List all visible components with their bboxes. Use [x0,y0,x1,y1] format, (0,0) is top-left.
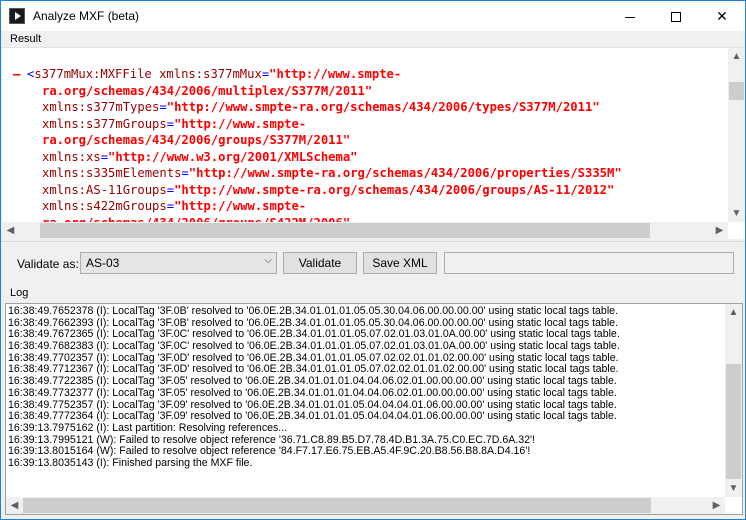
xml-token: "http://www.smpte- [174,116,307,131]
divider [1,241,745,242]
maximize-button[interactable] [653,1,699,31]
xml-token: xmlns:s335mElements [42,166,182,180]
close-button[interactable]: ✕ [699,1,745,31]
result-vscroll-thumb[interactable] [729,82,744,100]
xml-line: ra.org/schemas/434/2006/groups/S422M/200… [2,215,728,223]
xml-token: "http://www.smpte-ra.org/schemas/434/200… [166,100,600,114]
scroll-up-icon[interactable]: ▲ [728,48,745,65]
validate-as-value: AS-03 [86,256,120,270]
xml-token: ra.org/schemas/434/2006/groups/S377M/201… [42,133,351,147]
save-xml-button[interactable]: Save XML [363,252,437,274]
log-line: 16:38:49.7682383 (I): LocalTag '3F.0C' r… [8,340,620,353]
log-line: 16:38:49.7732377 (I): LocalTag '3F.05' r… [8,386,617,399]
log-line: 16:39:13.8035143 (I): Finished parsing t… [8,456,253,469]
xml-token: = [100,149,109,164]
xml-token: s377mMux:MXFFile [34,67,152,81]
xml-line: ra.org/schemas/434/2006/groups/S377M/201… [2,132,728,149]
scroll-down-icon[interactable]: ▼ [725,480,742,497]
xml-token: xmlns:s422mGroups [42,199,167,213]
xml-token: xmlns:s377mGroups [42,116,167,131]
title-bar[interactable]: Analyze MXF (beta) ✕ [1,1,745,31]
result-vertical-scrollbar[interactable]: ▲ ▼ [728,48,745,222]
xml-line: xmlns:s377mGroups="http://www.smpte- [2,116,728,133]
xml-line: xmlns:xs="http://www.w3.org/2001/XMLSche… [2,149,728,166]
validate-as-dropdown[interactable]: AS-03 ⌵ [80,252,277,274]
xml-line: xmlns:s377mTypes="http://www.smpte-ra.or… [2,99,728,116]
xml-line: xmlns:AS-11Groups="http://www.smpte-ra.o… [2,182,728,199]
scroll-left-icon[interactable]: ◀ [6,497,23,514]
xml-token: xmlns:s377mMux [151,67,262,81]
xml-token: = [166,199,175,213]
log-line: 16:39:13.7975162 (I): Last partition: Re… [8,421,288,434]
xml-token: "http://www.smpte-ra.org/schemas/434/200… [174,182,615,197]
result-xml-viewer[interactable]: – <s377mMux:MXFFile xmlns:s377mMux="http:… [2,47,745,239]
log-vertical-scrollbar[interactable]: ▲ ▼ [725,304,742,497]
minimize-icon [625,16,635,18]
xml-token: "http://www.smpte- [174,199,307,213]
window-title: Analyze MXF (beta) [33,9,140,23]
xml-line: xmlns:s422mGroups="http://www.smpte- [2,198,728,215]
xml-line: xmlns:s335mElements="http://www.smpte-ra… [2,165,728,182]
result-hscroll-thumb[interactable] [40,223,650,238]
analyze-mxf-window: Analyze MXF (beta) ✕ Result – <s377mMux:M… [0,0,746,520]
log-horizontal-scrollbar[interactable]: ◀ ▶ [6,497,725,514]
xml-token: ra.org/schemas/434/2006/multiplex/S377M/… [42,83,373,98]
xml-token: "http://www.smpte- [269,67,402,81]
xml-line: – <s377mMux:MXFFile xmlns:s377mMux="http:… [2,66,728,83]
log-viewer[interactable]: 16:38:49.7652378 (I): LocalTag '3F.0B' r… [5,303,743,515]
xml-token: = [159,100,167,114]
xml-token: "http://www.w3.org/2001/XMLSchema" [108,149,358,164]
xml-token: xmlns:xs [42,149,101,164]
validate-as-label: Validate as: [17,257,79,271]
status-field [444,252,734,274]
collapse-toggle[interactable]: – [13,66,27,83]
log-hscroll-thumb[interactable] [23,498,651,513]
xml-token: xmlns:s377mTypes [42,100,160,114]
scroll-down-icon[interactable]: ▼ [728,205,745,222]
chevron-down-icon: ⌵ [264,255,272,266]
maximize-icon [671,12,681,23]
result-horizontal-scrollbar[interactable]: ◀ ▶ [2,222,728,239]
scroll-left-icon[interactable]: ◀ [2,222,19,239]
log-vscroll-thumb[interactable] [726,364,741,479]
xml-token: xmlns:AS-11Groups [42,182,167,197]
xml-token: = [181,166,189,180]
xml-token: "http://www.smpte-ra.org/schemas/434/200… [188,166,622,180]
result-label: Result [10,33,42,45]
scroll-right-icon[interactable]: ▶ [711,222,728,239]
log-label: Log [10,287,29,299]
close-icon: ✕ [716,8,728,24]
app-icon [9,8,25,24]
log-line: 16:38:49.7652378 (I): LocalTag '3F.0B' r… [8,305,619,317]
xml-line: ra.org/schemas/434/2006/multiplex/S377M/… [2,83,728,100]
xml-token: = [166,182,175,197]
validate-button[interactable]: Validate [283,252,357,274]
xml-content[interactable]: – <s377mMux:MXFFile xmlns:s377mMux="http:… [2,48,728,222]
xml-token: = [166,116,175,131]
log-content[interactable]: 16:38:49.7652378 (I): LocalTag '3F.0B' r… [6,304,725,497]
scroll-up-icon[interactable]: ▲ [725,304,742,321]
minimize-button[interactable] [607,1,653,31]
scroll-right-icon[interactable]: ▶ [708,497,725,514]
